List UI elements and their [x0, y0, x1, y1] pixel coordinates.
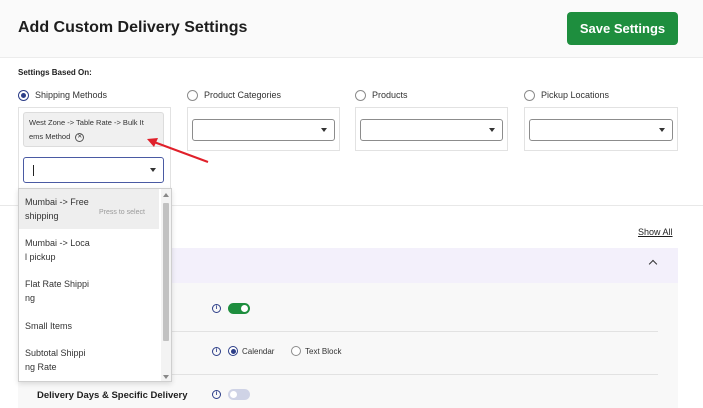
page-header: Add Custom Delivery Settings Save Settin… — [0, 0, 703, 58]
radio-label: Product Categories — [204, 90, 282, 100]
enable-toggle[interactable] — [228, 303, 250, 314]
option-line1: Mumbai -> Free — [25, 197, 89, 207]
chevron-down-icon[interactable] — [659, 128, 665, 132]
pickup-locations-select[interactable] — [529, 119, 673, 141]
radio-button-checked[interactable] — [18, 89, 29, 101]
products-select-panel — [355, 107, 508, 151]
chevron-down-icon[interactable] — [489, 128, 495, 132]
pickup-locations-select-panel — [524, 107, 678, 151]
dropdown-option[interactable]: Subtotal Shippi ng Rate — [19, 346, 159, 374]
dropdown-option[interactable]: Mumbai -> Loca l pickup — [19, 236, 159, 264]
dropdown-option[interactable]: Small Items — [19, 319, 159, 333]
toggle-knob — [241, 305, 248, 312]
info-icon[interactable]: i — [212, 390, 221, 399]
radio-products[interactable]: Products — [355, 88, 408, 102]
radio-button[interactable] — [355, 89, 366, 101]
settings-based-on-label: Settings Based On: — [18, 68, 92, 77]
shipping-methods-dropdown: Mumbai -> Free shipping Press to select … — [18, 188, 172, 382]
chevron-down-icon[interactable] — [321, 128, 327, 132]
delivery-days-label: Delivery Days & Specific Delivery — [37, 390, 188, 401]
delivery-days-toggle[interactable] — [228, 389, 250, 400]
show-all-link[interactable]: Show All — [638, 227, 673, 237]
option-line2: ng Rate — [25, 362, 57, 372]
text-cursor — [33, 165, 34, 176]
radio-label: Pickup Locations — [541, 90, 610, 100]
save-settings-button[interactable]: Save Settings — [567, 12, 678, 45]
radio-product-categories[interactable]: Product Categories — [187, 88, 281, 102]
chip-text-line2: ems Method — [29, 132, 71, 141]
option-calendar[interactable]: Calendar — [228, 346, 274, 356]
info-icon[interactable]: i — [212, 304, 221, 313]
option-line1: Subtotal Shippi — [25, 348, 86, 358]
products-select[interactable] — [360, 119, 503, 141]
option-line1: Mumbai -> Loca — [25, 238, 90, 248]
option-line2: shipping — [25, 211, 59, 221]
option-text-block[interactable]: Text Block — [291, 346, 341, 356]
option-line2: l pickup — [25, 252, 56, 262]
radio-button[interactable] — [187, 89, 198, 101]
option-line2: ng — [25, 293, 36, 303]
radio-shipping-methods[interactable]: Shipping Methods — [18, 88, 107, 102]
dropdown-option[interactable]: Flat Rate Shippi ng — [19, 277, 159, 305]
radio-label: Products — [372, 90, 408, 100]
option-text-block-label: Text Block — [305, 346, 342, 356]
radio-button-checked[interactable] — [228, 346, 238, 356]
page-title: Add Custom Delivery Settings — [18, 19, 248, 36]
option-calendar-label: Calendar — [242, 346, 275, 356]
radio-button[interactable] — [524, 89, 535, 101]
arrow-shaft — [153, 141, 209, 163]
remove-chip-icon[interactable]: ✕ — [75, 132, 85, 142]
chip-text-line1: West Zone -> Table Rate -> Bulk It — [29, 118, 144, 127]
option-line1: Small Items — [25, 321, 73, 331]
scroll-down-icon[interactable] — [163, 375, 169, 379]
press-to-select-hint: Press to select — [99, 209, 145, 216]
scrollbar-thumb[interactable] — [163, 203, 169, 341]
radio-button[interactable] — [291, 346, 301, 356]
scroll-up-icon[interactable] — [163, 193, 169, 197]
radio-label: Shipping Methods — [35, 90, 108, 100]
option-line1: Flat Rate Shippi — [25, 279, 90, 289]
radio-pickup-locations[interactable]: Pickup Locations — [524, 88, 609, 102]
red-annotation-arrow-icon — [147, 138, 209, 163]
dropdown-scrollbar[interactable] — [161, 189, 171, 381]
toggle-knob — [230, 391, 237, 398]
dropdown-option[interactable]: Mumbai -> Free shipping Press to select — [19, 189, 159, 229]
info-icon[interactable]: i — [212, 347, 221, 356]
